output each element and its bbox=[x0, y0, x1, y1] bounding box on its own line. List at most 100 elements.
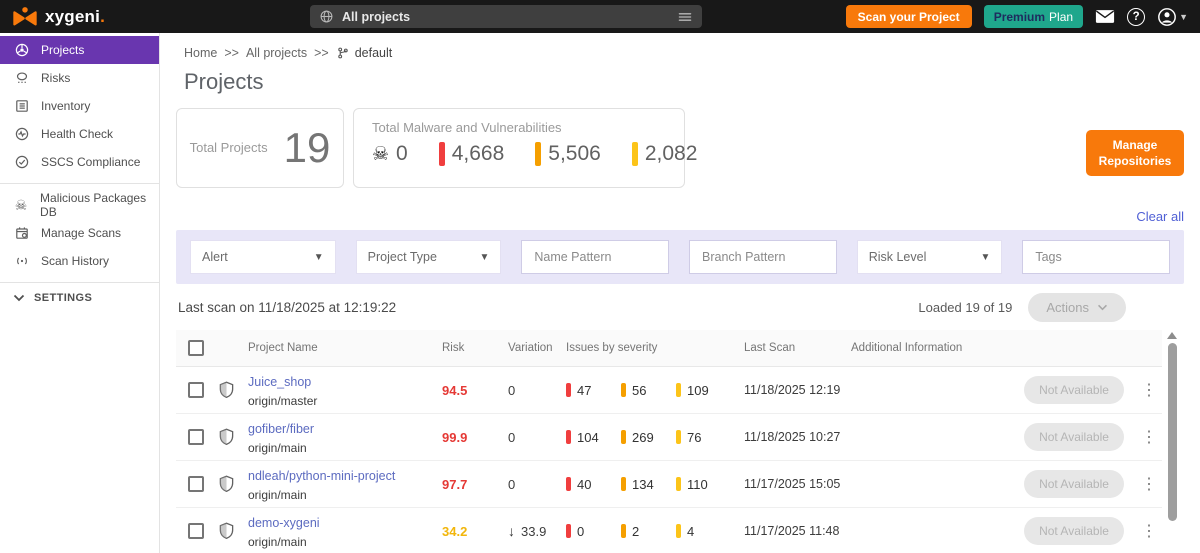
project-type-filter-select[interactable]: Project Type ▼ bbox=[355, 240, 502, 274]
globe-icon bbox=[319, 9, 334, 24]
critical-severity-bar bbox=[438, 142, 445, 166]
scroll-up-arrow[interactable] bbox=[1167, 332, 1177, 339]
critical-issues-chip: 0 bbox=[566, 524, 621, 539]
issues-by-severity-cell: 40 134 110 bbox=[566, 477, 744, 492]
not-available-button: Not Available bbox=[1024, 470, 1124, 498]
medium-count: 2,082 bbox=[644, 142, 698, 165]
project-branch: origin/main bbox=[248, 440, 307, 455]
logo-wordmark: xygeni. bbox=[45, 6, 105, 26]
sidebar-item-label: Inventory bbox=[41, 99, 91, 113]
sidebar-item-inventory[interactable]: Inventory bbox=[0, 92, 159, 120]
table-scrollbar bbox=[1166, 330, 1178, 553]
sidebar-item-projects[interactable]: Projects bbox=[0, 36, 159, 64]
not-available-button: Not Available bbox=[1024, 517, 1124, 545]
alert-filter-select[interactable]: Alert ▼ bbox=[190, 240, 336, 274]
header-additional-information[interactable]: Additional Information bbox=[851, 342, 1024, 354]
sidebar-item-sscs-compliance[interactable]: SSCS Compliance bbox=[0, 148, 159, 176]
total-projects-label: Total Projects bbox=[189, 140, 268, 156]
medium-severity-bar bbox=[676, 383, 681, 397]
breadcrumb-branch[interactable]: default bbox=[336, 46, 392, 60]
chevron-down-icon: ▼ bbox=[313, 251, 324, 263]
project-link[interactable]: demo-xygeni bbox=[248, 516, 320, 530]
issues-by-severity-cell: 0 2 4 bbox=[566, 524, 744, 539]
sidebar-item-label: Manage Scans bbox=[41, 226, 122, 240]
header-variation[interactable]: Variation bbox=[508, 342, 566, 354]
medium-issues-chip: 76 bbox=[676, 430, 731, 445]
header-risk[interactable]: Risk bbox=[442, 342, 508, 354]
scrollbar-thumb[interactable] bbox=[1167, 343, 1177, 521]
xygeni-logo-icon bbox=[12, 6, 38, 28]
risk-score: 34.2 bbox=[442, 523, 468, 539]
critical-severity-bar bbox=[566, 383, 571, 397]
malware-card-stats: ☠ 0 4,668 5,506 2,082 bbox=[372, 142, 697, 166]
project-scope-selector[interactable]: All projects bbox=[310, 5, 702, 28]
medium-severity-bar bbox=[676, 524, 681, 538]
total-projects-value: 19 bbox=[283, 124, 331, 171]
header-last-scan[interactable]: Last Scan bbox=[744, 342, 851, 354]
row-checkbox[interactable] bbox=[188, 523, 204, 539]
project-link[interactable]: ndleah/python-mini-project bbox=[248, 469, 395, 483]
risk-level-filter-select[interactable]: Risk Level ▼ bbox=[856, 240, 1003, 274]
project-name-cell: gofiber/fiber origin/main bbox=[248, 420, 442, 455]
select-all-checkbox[interactable] bbox=[188, 340, 204, 356]
actions-button[interactable]: Actions bbox=[1028, 293, 1126, 322]
sidebar-item-risks[interactable]: Risks bbox=[0, 64, 159, 92]
sidebar-settings-toggle[interactable]: SETTINGS bbox=[0, 292, 159, 304]
shield-icon bbox=[218, 381, 248, 399]
row-checkbox[interactable] bbox=[188, 382, 204, 398]
breadcrumb-home[interactable]: Home bbox=[184, 46, 217, 60]
check-circle-icon bbox=[13, 154, 30, 170]
pulse-icon bbox=[13, 126, 30, 142]
account-icon[interactable]: ▼ bbox=[1157, 7, 1188, 27]
project-name-cell: demo-xygeni origin/main bbox=[248, 514, 442, 549]
header-project-name[interactable]: Project Name bbox=[248, 342, 442, 354]
tags-input[interactable] bbox=[1035, 250, 1158, 264]
breadcrumb-all-projects[interactable]: All projects bbox=[246, 46, 307, 60]
high-issues-chip: 2 bbox=[621, 524, 676, 539]
project-link[interactable]: gofiber/fiber bbox=[248, 422, 314, 436]
kebab-menu-icon[interactable]: ⋮ bbox=[1136, 521, 1162, 541]
help-icon[interactable]: ? bbox=[1127, 7, 1146, 26]
row-checkbox[interactable] bbox=[188, 429, 204, 445]
mail-icon[interactable] bbox=[1095, 9, 1115, 24]
total-projects-card: Total Projects 19 bbox=[176, 108, 344, 188]
medium-issues-chip: 110 bbox=[676, 477, 731, 492]
critical-count: 4,668 bbox=[451, 142, 505, 165]
project-branch: origin/master bbox=[248, 393, 318, 408]
sidebar-item-health-check[interactable]: Health Check bbox=[0, 120, 159, 148]
sidebar-item-malicious-packages-db[interactable]: ☠ Malicious Packages DB bbox=[0, 191, 159, 219]
risk-score: 99.9 bbox=[442, 429, 468, 445]
kebab-menu-icon[interactable]: ⋮ bbox=[1136, 380, 1162, 400]
medium-severity-bar bbox=[676, 477, 681, 491]
high-issues-chip: 56 bbox=[621, 383, 676, 398]
project-branch: origin/main bbox=[248, 487, 307, 502]
kebab-menu-icon[interactable]: ⋮ bbox=[1136, 427, 1162, 447]
sidebar-item-scan-history[interactable]: Scan History bbox=[0, 247, 159, 275]
account-caret-icon: ▼ bbox=[1179, 11, 1188, 22]
list-box-icon bbox=[13, 98, 30, 114]
scan-your-project-button[interactable]: Scan your Project bbox=[845, 5, 972, 28]
row-checkbox[interactable] bbox=[188, 476, 204, 492]
high-issues-chip: 269 bbox=[621, 430, 676, 445]
header-issues-by-severity[interactable]: Issues by severity bbox=[566, 342, 744, 354]
name-pattern-field bbox=[521, 240, 670, 274]
clear-all-link[interactable]: Clear all bbox=[176, 209, 1184, 224]
table-row: demo-xygeni origin/main 34.2 ↓ 33.9 0 2 4… bbox=[176, 508, 1162, 553]
breadcrumb-separator: >> bbox=[224, 46, 239, 60]
high-count-group: 5,506 bbox=[535, 142, 601, 166]
last-scan-cell: 11/18/2025 10:27 bbox=[744, 430, 841, 444]
branch-pattern-input[interactable] bbox=[702, 250, 824, 264]
kebab-menu-icon[interactable]: ⋮ bbox=[1136, 474, 1162, 494]
table-row: ndleah/python-mini-project origin/main 9… bbox=[176, 461, 1162, 508]
last-scan-cell: 11/18/2025 12:19 bbox=[744, 383, 841, 397]
sidebar-item-manage-scans[interactable]: Manage Scans bbox=[0, 219, 159, 247]
xygeni-logo[interactable]: xygeni. bbox=[12, 6, 105, 28]
loaded-count-text: Loaded 19 of 19 bbox=[918, 300, 1013, 315]
project-link[interactable]: Juice_shop bbox=[248, 375, 311, 389]
risks-icon bbox=[13, 70, 30, 86]
manage-repositories-button[interactable]: Manage Repositories bbox=[1086, 130, 1184, 177]
name-pattern-input[interactable] bbox=[534, 250, 657, 264]
premium-plan-button[interactable]: Premium Plan bbox=[983, 5, 1084, 28]
tune-icon[interactable] bbox=[677, 10, 693, 24]
breadcrumb: Home >> All projects >> default bbox=[176, 46, 1184, 60]
